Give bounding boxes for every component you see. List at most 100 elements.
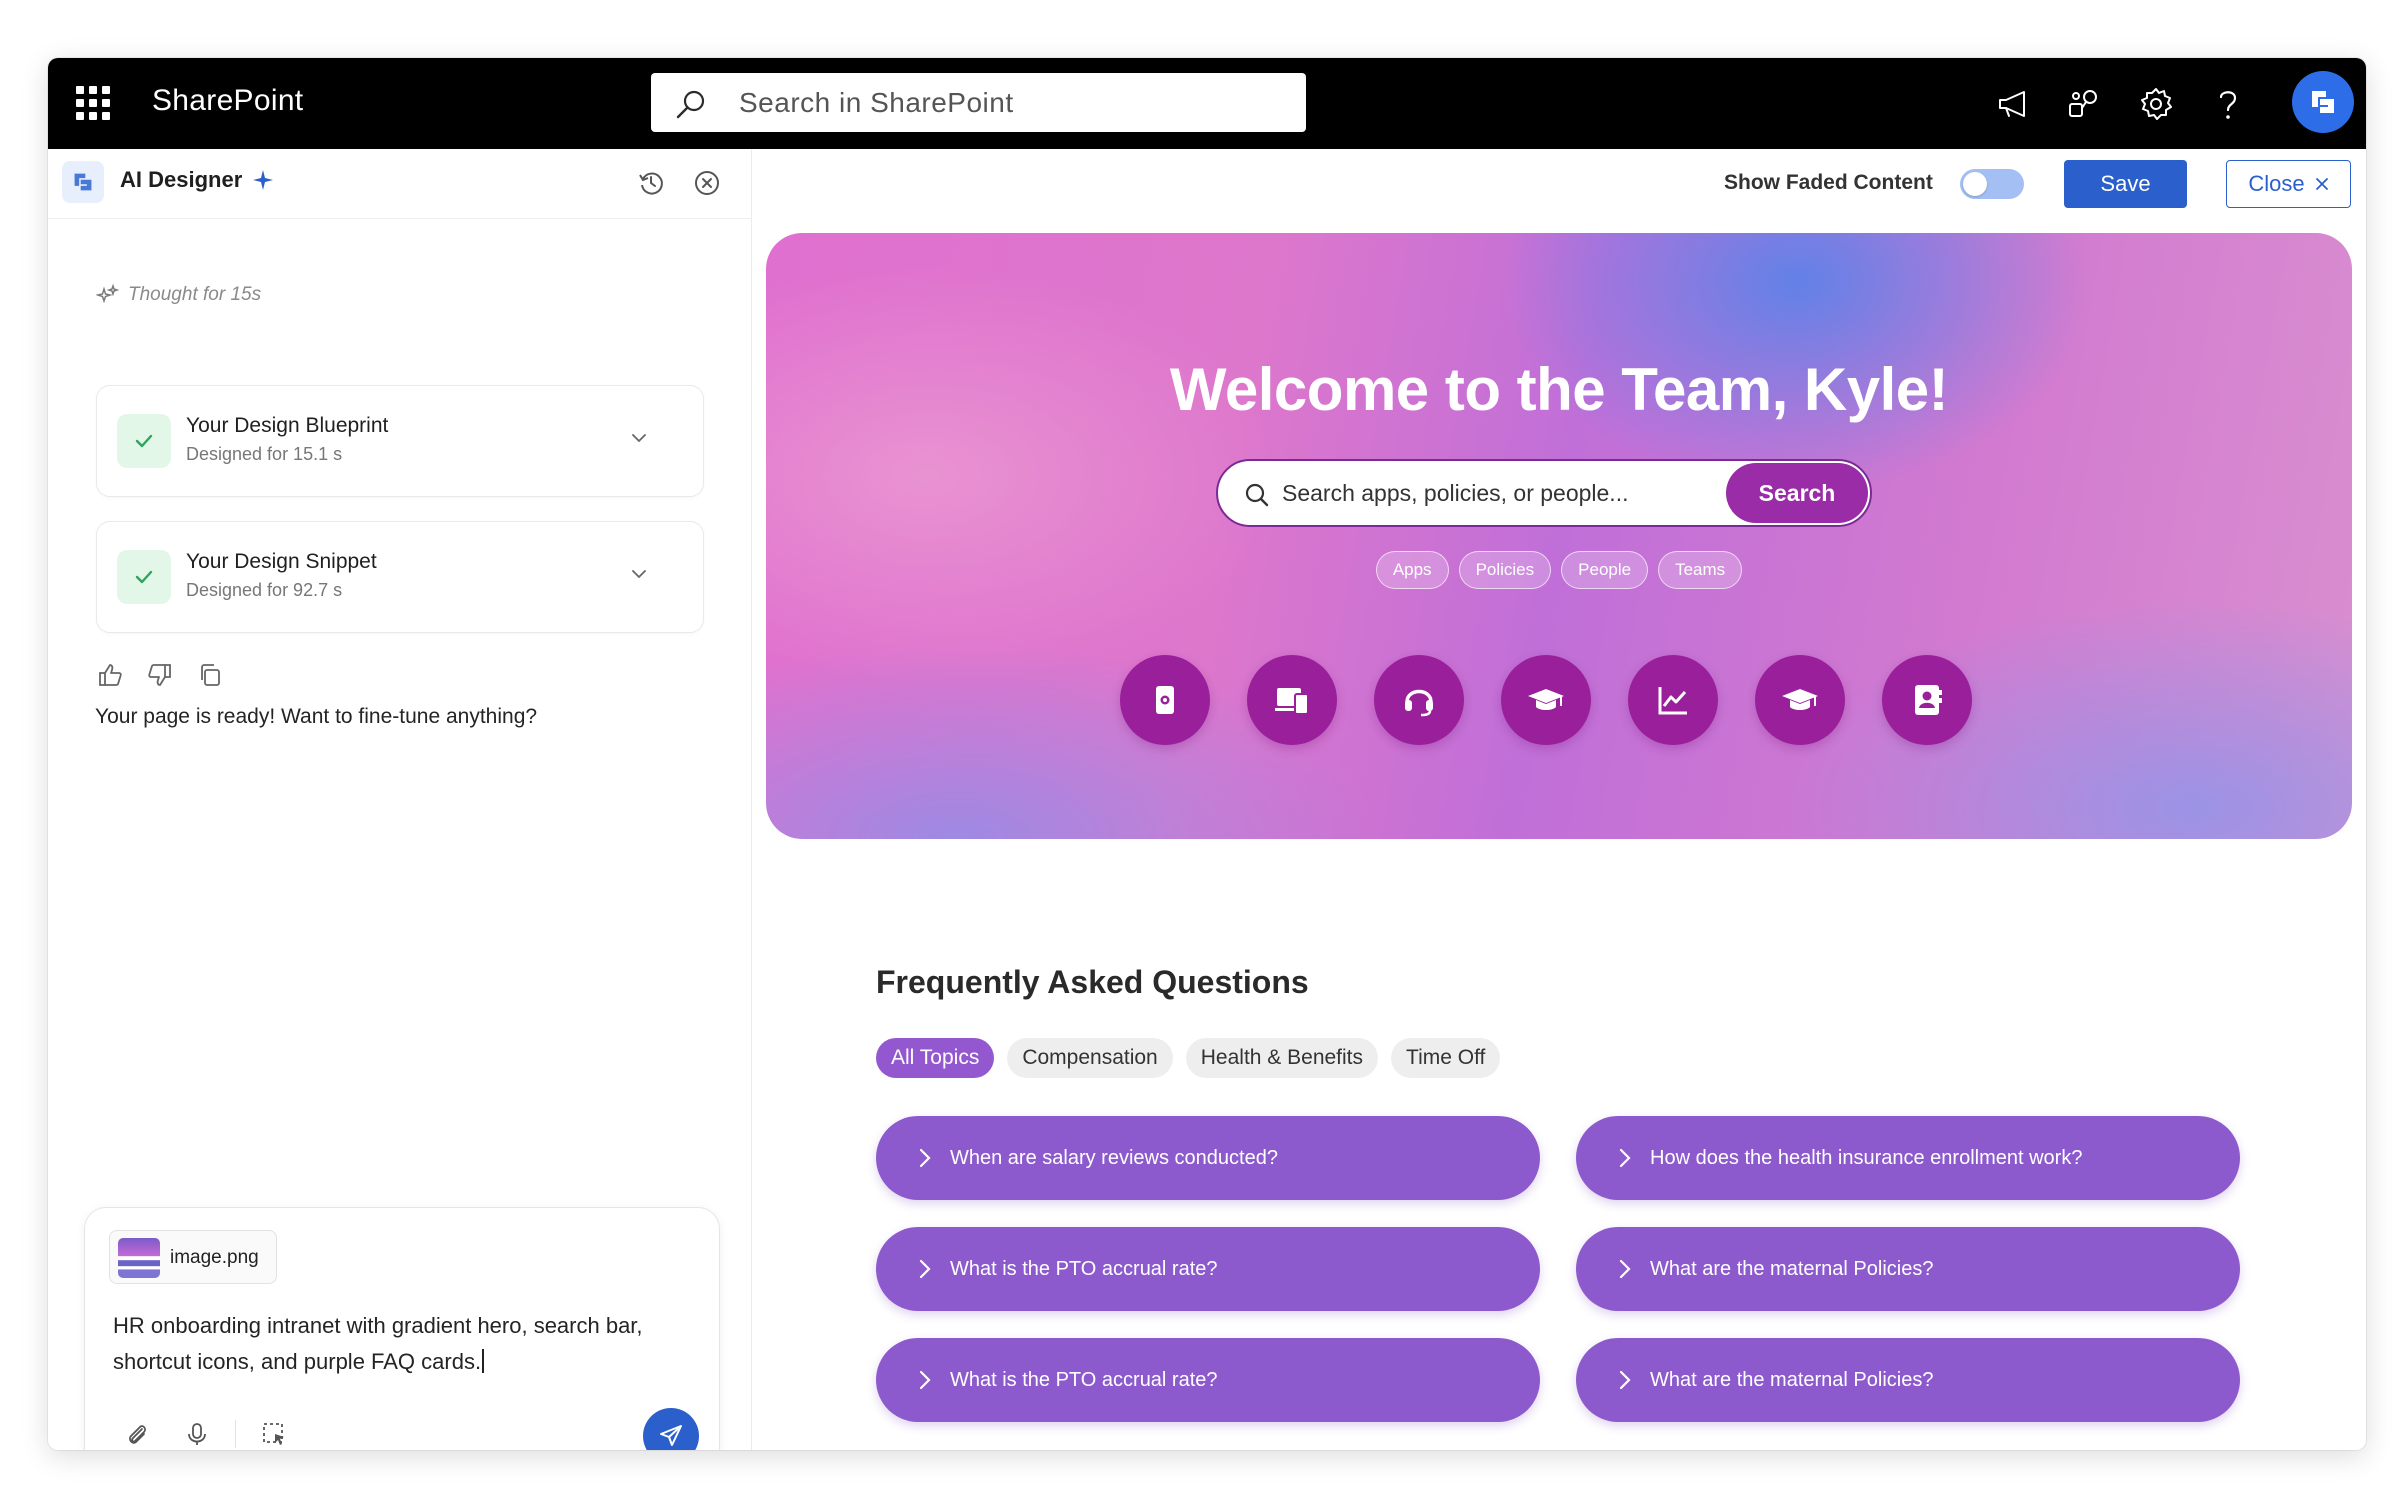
paperclip-icon[interactable] [123,1420,151,1448]
faq-question: How does the health insurance enrollment… [1650,1146,2083,1169]
check-icon [117,414,171,468]
chevron-right-icon [919,1370,931,1390]
prompt-text: HR onboarding intranet with gradient her… [113,1313,643,1374]
attachment-name: image.png [170,1247,259,1268]
chevron-right-icon [1619,1148,1631,1168]
headset-icon [1405,689,1433,717]
screenshot-select-icon[interactable] [260,1420,288,1448]
microphone-icon[interactable] [183,1420,211,1448]
shortcut-analytics[interactable] [1628,655,1718,745]
thought-label: Thought for 15s [128,284,262,305]
faded-content-label: Show Faded Content [1724,171,1933,194]
send-icon [660,1425,682,1446]
chart-icon [1658,687,1687,715]
save-button[interactable]: Save [2064,160,2187,208]
tab-health-benefits[interactable]: Health & Benefits [1185,1038,1379,1078]
sparkle-icon [252,169,274,196]
prompt-input[interactable]: HR onboarding intranet with gradient her… [113,1308,703,1380]
hero-search-button[interactable]: Search [1726,463,1868,523]
send-button[interactable] [643,1408,699,1450]
faq-item[interactable]: What are the maternal Policies? [1576,1338,2240,1422]
top-bar: SharePoint [48,58,2366,149]
editor-toolbar: Show Faded Content Save Close [752,149,2366,219]
copy-icon[interactable] [196,661,224,689]
copilot-logo-icon [2312,91,2334,113]
faq-question: When are salary reviews conducted? [950,1146,1278,1169]
step-subtitle: Designed for 15.1 s [186,444,343,464]
share-icon[interactable] [2066,86,2102,122]
help-icon[interactable] [2210,86,2246,122]
avatar[interactable] [2292,71,2354,133]
faq-item[interactable]: What is the PTO accrual rate? [876,1338,1540,1422]
sharepoint-search-box[interactable] [651,73,1306,132]
chip-teams[interactable]: Teams [1658,551,1743,589]
blueprint-step-card[interactable]: Your Design Blueprint Designed for 15.1 … [96,385,704,497]
chevron-right-icon [919,1259,931,1279]
ai-designer-logo-icon [62,161,104,203]
app-launcher-icon[interactable] [76,86,110,120]
hero-search-bar[interactable]: Search [1216,459,1872,527]
faq-item[interactable]: When are salary reviews conducted? [876,1116,1540,1200]
faq-question: What is the PTO accrual rate? [950,1368,1218,1391]
close-button[interactable]: Close [2226,160,2351,208]
history-icon[interactable] [637,169,665,202]
faq-question: What are the maternal Policies? [1650,1257,1934,1280]
thinking-sparkle-icon [96,283,120,304]
toggle-knob [1963,172,1987,196]
app-brand[interactable]: SharePoint [152,84,303,118]
chevron-right-icon [919,1148,931,1168]
step-title: Your Design Snippet [186,550,377,573]
toolbar-divider [235,1420,236,1448]
thumbs-down-icon[interactable] [146,661,174,689]
search-icon [676,90,705,119]
step-title: Your Design Blueprint [186,414,389,437]
close-icon [2315,178,2328,190]
ready-message: Your page is ready! Want to fine-tune an… [95,705,538,728]
graduation-cap-icon [1782,689,1818,710]
shortcut-policy[interactable] [1120,655,1210,745]
shortcut-directory[interactable] [1882,655,1972,745]
composer-tools [123,1420,288,1448]
shortcut-support[interactable] [1374,655,1464,745]
faq-question: What is the PTO accrual rate? [950,1257,1218,1280]
chevron-down-icon[interactable] [629,428,649,453]
shortcut-devices[interactable] [1247,655,1337,745]
shortcut-learning[interactable] [1501,655,1591,745]
faq-item[interactable]: What is the PTO accrual rate? [876,1227,1540,1311]
devices-icon [1275,688,1309,715]
shortcut-training[interactable] [1755,655,1845,745]
thought-status: Thought for 15s [96,283,261,307]
faq-item[interactable]: How does the health insurance enrollment… [1576,1116,2240,1200]
faq-item[interactable]: What are the maternal Policies? [1576,1227,2240,1311]
tab-compensation[interactable]: Compensation [1007,1038,1173,1078]
ai-panel-title: AI Designer [120,167,243,192]
hero-search-input[interactable] [1282,461,1722,525]
prompt-composer[interactable]: image.png HR onboarding intranet with gr… [84,1207,720,1450]
check-icon [117,550,171,604]
chevron-down-icon[interactable] [629,564,649,589]
chip-people[interactable]: People [1561,551,1649,589]
attachment-thumbnail [118,1238,160,1278]
gear-icon[interactable] [2138,86,2174,122]
chip-apps[interactable]: Apps [1375,551,1449,589]
feedback-actions [96,661,224,689]
hero-title: Welcome to the Team, Kyle! [1169,356,1949,423]
graduation-cap-icon [1528,689,1564,710]
tab-all-topics[interactable]: All Topics [876,1038,995,1078]
attachment-chip[interactable]: image.png [109,1230,277,1284]
faq-title: Frequently Asked Questions [876,964,1309,1000]
search-icon [1245,483,1269,507]
close-panel-icon[interactable] [693,169,721,202]
chip-policies[interactable]: Policies [1458,551,1552,589]
faded-content-toggle[interactable] [1960,169,2024,199]
sharepoint-search-input[interactable] [739,73,1279,132]
tab-time-off[interactable]: Time Off [1391,1038,1501,1078]
step-subtitle: Designed for 92.7 s [186,580,343,600]
snippet-step-card[interactable]: Your Design Snippet Designed for 92.7 s [96,521,704,633]
policy-gear-icon [1156,686,1174,714]
shortcut-icons [1120,655,1972,745]
quick-filter-chips: Apps Policies People Teams [766,551,2352,589]
megaphone-icon[interactable] [1996,86,2032,122]
thumbs-up-icon[interactable] [96,661,124,689]
chevron-right-icon [1619,1370,1631,1390]
